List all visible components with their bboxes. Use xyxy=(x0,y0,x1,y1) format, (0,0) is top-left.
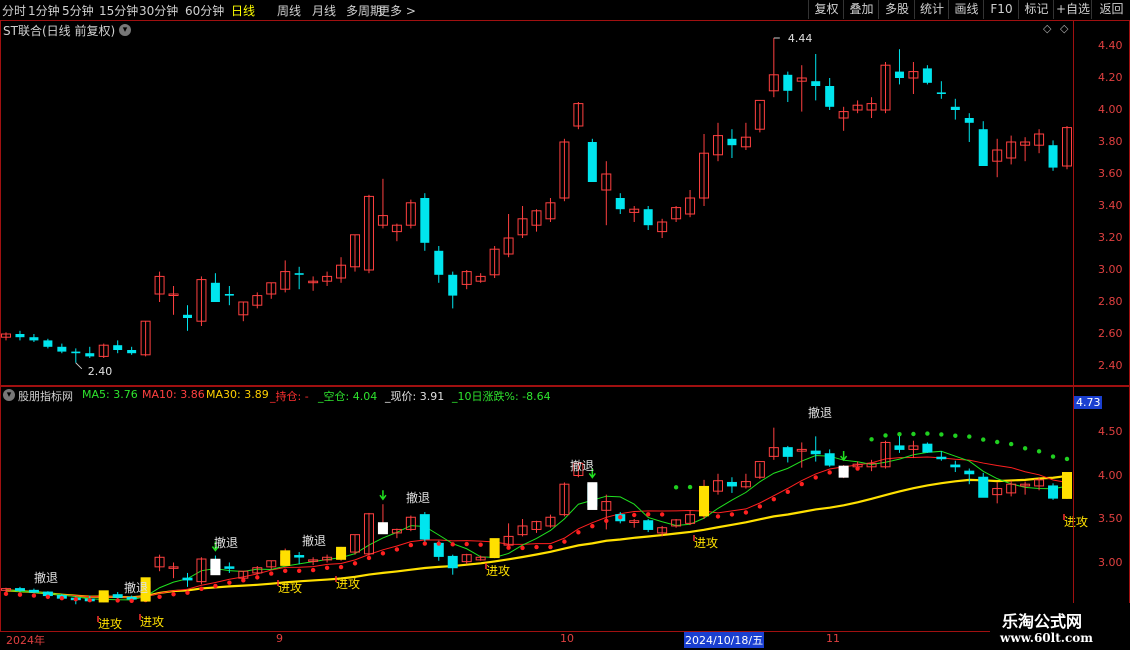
toolbar-button[interactable]: 统计 xyxy=(914,0,949,19)
toolbar-button[interactable]: F10 xyxy=(983,0,1019,19)
indicator-dropdown-icon[interactable]: ▾ xyxy=(3,389,15,401)
indicator-value: _现价: 3.91 xyxy=(385,390,445,403)
period-tab[interactable]: 分时 xyxy=(2,2,26,19)
indicator-value: _持仓: - xyxy=(270,390,309,403)
indicator-value: MA10: 3.86 xyxy=(142,388,205,401)
main-chart-frame xyxy=(0,20,1074,386)
y-tick-label: 3.50 xyxy=(1098,512,1123,525)
indicator-name[interactable]: 股朋指标网 xyxy=(18,388,73,404)
y-tick-label: 3.40 xyxy=(1098,199,1123,212)
toolbar-button[interactable]: 复权 xyxy=(808,0,844,19)
y-tick-label: 3.20 xyxy=(1098,231,1123,244)
main-chart-dropdown-icon[interactable]: ▾ xyxy=(119,24,131,36)
y-tick-label: 3.60 xyxy=(1098,167,1123,180)
y-tick-label: 3.00 xyxy=(1098,263,1123,276)
y-tick-label: 3.00 xyxy=(1098,555,1123,569)
y-tick-label: 2.60 xyxy=(1098,327,1123,340)
x-axis-label: 11 xyxy=(826,632,840,645)
indicator-value: MA5: 3.76 xyxy=(82,388,138,401)
x-axis-label: 2024年 xyxy=(6,634,45,647)
toolbar-button[interactable]: 叠加 xyxy=(843,0,879,19)
period-tab[interactable]: 多周期 xyxy=(346,2,382,19)
settings-icon[interactable]: ◇ xyxy=(1060,22,1068,35)
top-toolbar: 分时 1分钟 5分钟 15分钟 30分钟 60分钟 日线 周线 月线 多周期 更多 > 复权 叠加 多股… xyxy=(0,0,1130,21)
toolbar-button[interactable]: 画线 xyxy=(948,0,984,19)
watermark-title: 乐淘公式网 xyxy=(1002,612,1083,631)
toolbar-button[interactable]: 标记 xyxy=(1018,0,1054,19)
indicator-value: _空仓: 4.04 xyxy=(318,390,378,403)
indicator-value: MA30: 3.89 xyxy=(206,388,269,401)
period-tab[interactable]: 30分钟 xyxy=(139,2,178,19)
diamond-icon[interactable]: ◇ xyxy=(1043,22,1051,35)
indicator-y-axis-frame xyxy=(1073,386,1130,632)
toolbar-button[interactable]: 多股 xyxy=(878,0,915,19)
y-tick-label: 2.40 xyxy=(1098,359,1123,372)
indicator-frame xyxy=(0,386,1074,632)
y-tick-label: 4.00 xyxy=(1098,103,1123,116)
x-axis-label: 10 xyxy=(560,632,574,645)
toolbar-button[interactable]: 返回 xyxy=(1091,0,1130,19)
period-tab[interactable]: 更多 > xyxy=(378,2,416,19)
y-tick-label: 4.20 xyxy=(1098,71,1123,84)
toolbar-button[interactable]: +自选 xyxy=(1053,0,1092,19)
period-tab[interactable]: 周线 xyxy=(277,2,301,19)
x-axis-label: 9 xyxy=(276,632,283,645)
watermark: 乐淘公式网 www.60lt.com xyxy=(990,603,1130,650)
period-tab[interactable]: 5分钟 xyxy=(62,2,94,19)
period-tab[interactable]: 月线 xyxy=(312,2,336,19)
x-axis-label: 2024/10/18/五 xyxy=(684,632,765,648)
y-tick-label: 3.80 xyxy=(1098,135,1123,148)
indicator-current-value: 4.73 xyxy=(1076,396,1101,409)
period-tab[interactable]: 15分钟 xyxy=(99,2,138,19)
period-tab[interactable]: 60分钟 xyxy=(185,2,224,19)
indicator-value: _10日涨跌%: -8.64 xyxy=(452,390,551,403)
y-tick-label: 4.50 xyxy=(1098,425,1123,438)
period-tab[interactable]: 日线 xyxy=(231,2,255,19)
y-tick-label: 4.40 xyxy=(1098,39,1123,52)
main-chart-title: ST联合(日线 前复权) xyxy=(3,24,116,38)
y-tick-label: 4.00 xyxy=(1098,468,1123,482)
period-tab[interactable]: 1分钟 xyxy=(28,2,60,19)
y-tick-label: 2.80 xyxy=(1098,295,1123,308)
watermark-url: www.60lt.com xyxy=(1000,631,1093,645)
